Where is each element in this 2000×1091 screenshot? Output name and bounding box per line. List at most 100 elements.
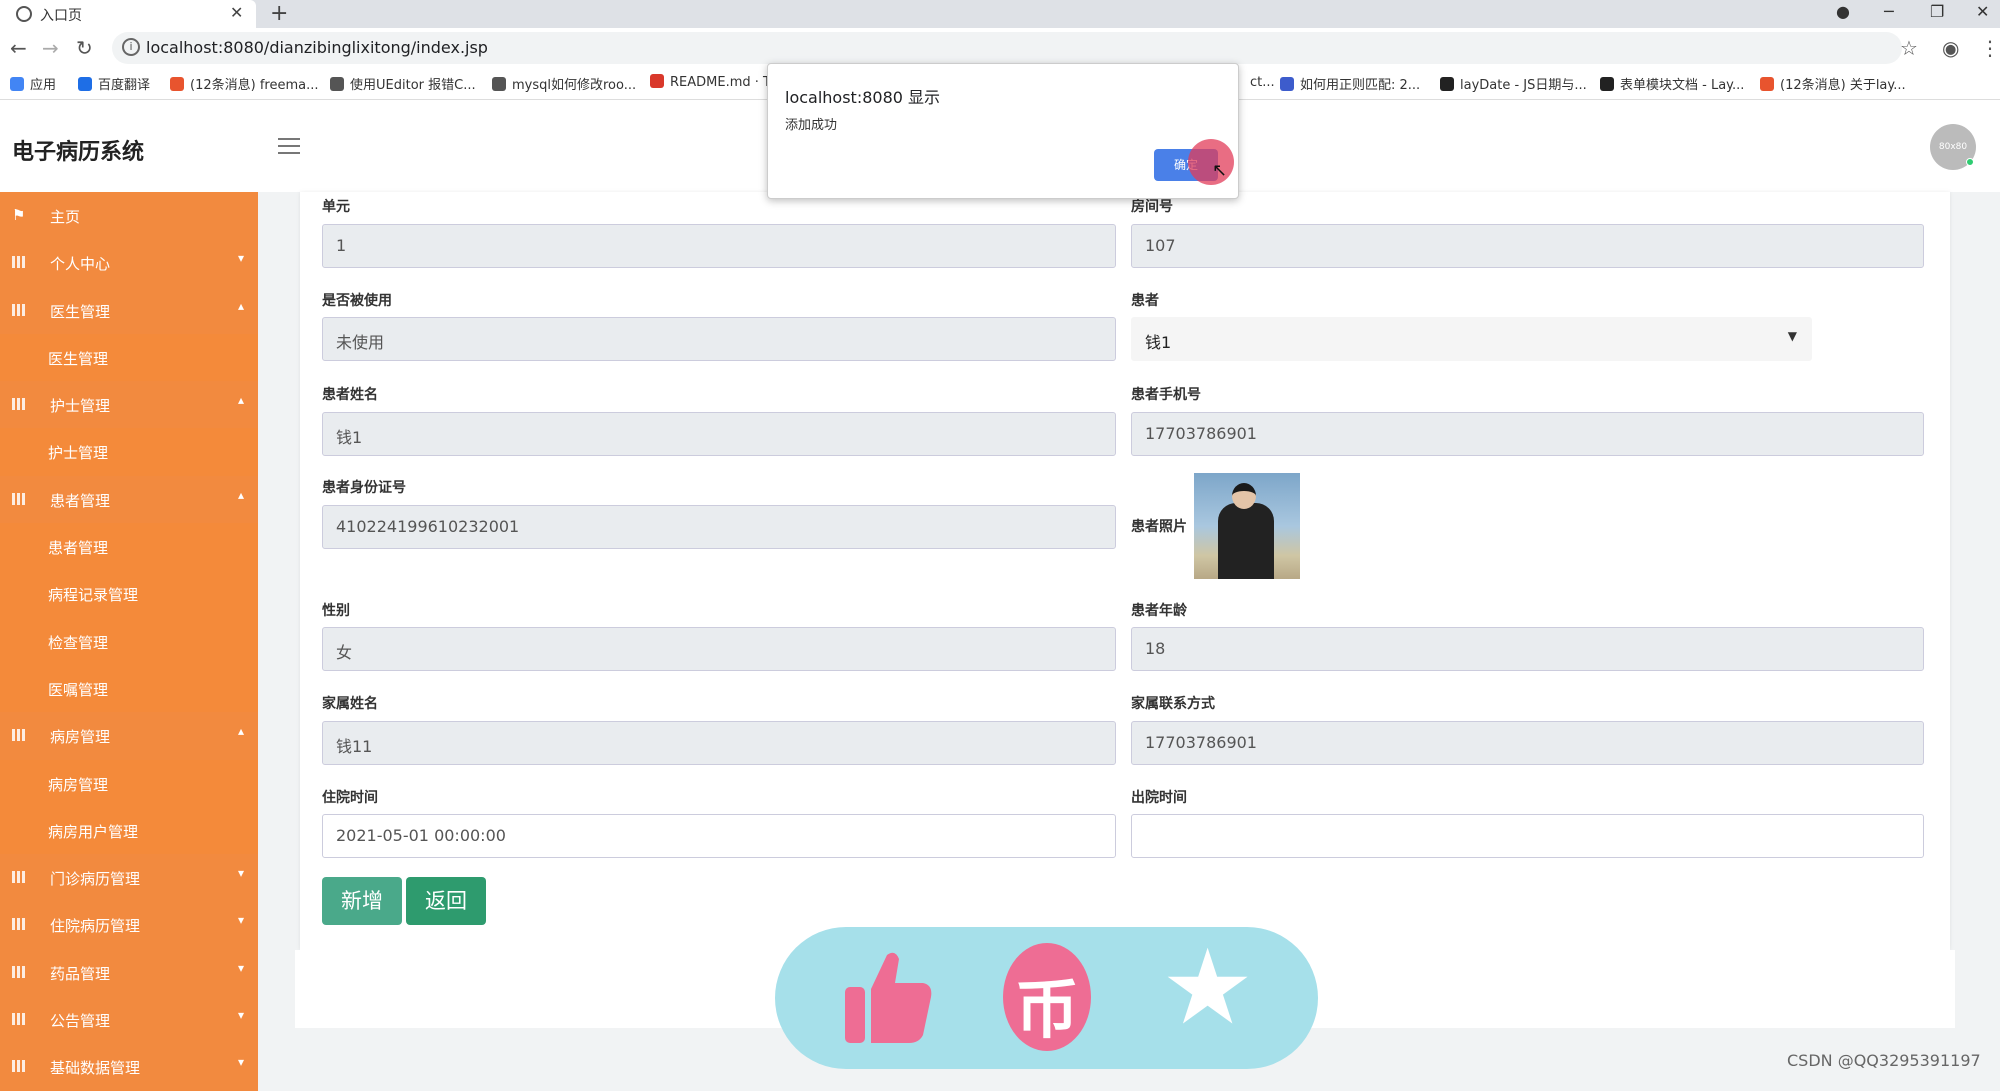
url-field[interactable]: i localhost:8080/dianzibinglixitong/inde… <box>112 32 1902 64</box>
profile-menu-icon[interactable]: ● <box>1836 2 1850 21</box>
family-phone-label: 家属联系方式 <box>1131 696 1215 712</box>
sidebar-item-label: 病房管理 <box>50 728 111 747</box>
new-tab-plus-icon[interactable]: + <box>270 1 288 26</box>
sidebar-menu-item[interactable]: 门诊病历管理 ▾ <box>0 854 258 902</box>
photo-figure-body <box>1218 503 1274 579</box>
chevron-down-icon: ▼ <box>1787 329 1797 343</box>
coin-icon[interactable]: 币 <box>1003 943 1091 1051</box>
bookmark-item[interactable]: (12条消息) freema... <box>170 74 318 93</box>
bookmark-item[interactable]: 百度翻译 <box>78 74 150 93</box>
bookmark-item[interactable]: README.md · T <box>650 74 771 90</box>
sidebar-submenu-item[interactable]: 病房管理 <box>0 759 258 807</box>
star-icon[interactable]: ★ <box>1161 935 1254 1039</box>
discharge-time-input[interactable] <box>1131 814 1924 858</box>
patient-phone-label: 患者手机号 <box>1131 387 1201 403</box>
info-icon[interactable]: i <box>122 38 140 56</box>
bookmark-favicon-icon <box>1280 77 1294 91</box>
flag-icon: ⚑ <box>12 206 26 224</box>
family-phone-input[interactable]: 17703786901 <box>1131 721 1924 765</box>
patient-name-input[interactable]: 钱1 <box>322 412 1116 456</box>
sidebar-submenu-item[interactable]: 患者管理 <box>0 523 258 571</box>
chevron-up-icon: ▴ <box>237 487 244 502</box>
discharge-time-label: 出院时间 <box>1131 790 1187 806</box>
gender-input[interactable]: 女 <box>322 627 1116 671</box>
sidebar-item-label: 患者管理 <box>48 539 109 558</box>
back-button[interactable]: 返回 <box>406 877 486 925</box>
minimize-icon[interactable]: ─ <box>1884 2 1894 21</box>
admit-time-input[interactable]: 2021-05-01 00:00:00 <box>322 814 1116 858</box>
used-input[interactable]: 未使用 <box>322 317 1116 361</box>
bookmark-item[interactable]: 表单模块文档 - Lay... <box>1600 74 1744 93</box>
grid-icon <box>12 492 26 505</box>
bookmark-item[interactable]: 如何用正则匹配: 2... <box>1280 74 1420 93</box>
chevron-down-icon: ▾ <box>237 960 244 975</box>
sidebar-submenu-item[interactable]: 检查管理 <box>0 617 258 665</box>
age-input[interactable]: 18 <box>1131 627 1924 671</box>
sidebar-item-label: 主页 <box>50 208 81 226</box>
patient-select[interactable]: 钱1 ▼ <box>1131 317 1812 361</box>
browser-tab[interactable]: 入口页 ✕ <box>0 0 256 28</box>
patient-label: 患者 <box>1131 293 1159 309</box>
back-arrow-icon[interactable]: ← <box>10 36 27 60</box>
sidebar-menu-item[interactable]: 基础数据管理 ▾ <box>0 1043 258 1091</box>
account-icon[interactable]: ◉ <box>1942 36 1959 60</box>
sidebar-menu-item[interactable]: 住院病历管理 ▾ <box>0 901 258 949</box>
tab-title: 入口页 <box>40 8 82 24</box>
unit-input[interactable]: 1 <box>322 224 1116 268</box>
bookmark-item[interactable]: (12条消息) 关于lay... <box>1760 74 1906 93</box>
sidebar-submenu-item[interactable]: 病房用户管理 <box>0 806 258 855</box>
patient-photo[interactable] <box>1194 473 1300 579</box>
sidebar-item-label: 门诊病历管理 <box>50 870 141 889</box>
room-input[interactable]: 107 <box>1131 224 1924 268</box>
sidebar-submenu-item[interactable]: 病程记录管理 <box>0 570 258 618</box>
sidebar-menu-item[interactable]: 病房管理 ▴ <box>0 712 258 760</box>
sidebar-item-label: 病房用户管理 <box>48 822 139 841</box>
reload-icon[interactable]: ↻ <box>76 36 93 60</box>
patient-id-input[interactable]: 410224199610232001 <box>322 505 1116 549</box>
sidebar-menu-item[interactable]: 护士管理 ▴ <box>0 381 258 429</box>
forward-arrow-icon[interactable]: → <box>42 36 59 60</box>
grid-icon <box>12 398 26 411</box>
floating-action-bar: 币 ★ <box>775 927 1318 1069</box>
sidebar-submenu-item[interactable]: 医生管理 <box>0 333 258 382</box>
alert-dialog: localhost:8080 显示 添加成功 确定 <box>767 63 1239 199</box>
bookmark-item[interactable]: layDate - JS日期与... <box>1440 74 1587 93</box>
more-vert-icon[interactable]: ⋮ <box>1980 36 2000 60</box>
bookmark-star-icon[interactable]: ☆ <box>1900 36 1918 60</box>
browser-tab-bar: 入口页 ✕ + ● ─ ❐ ✕ <box>0 0 2000 28</box>
close-icon[interactable]: ✕ <box>230 3 243 22</box>
sidebar-menu-item[interactable]: 患者管理 ▴ <box>0 475 258 524</box>
bookmark-favicon-icon <box>1440 77 1454 91</box>
patient-photo-label: 患者照片 <box>1131 519 1187 535</box>
sidebar-menu-item[interactable]: 药品管理 ▾ <box>0 948 258 997</box>
patient-name-label: 患者姓名 <box>322 387 378 403</box>
thumbs-up-icon[interactable] <box>843 949 933 1045</box>
bookmark-item[interactable]: 使用UEditor 报错C... <box>330 74 476 93</box>
sidebar-menu-item[interactable]: 医生管理 ▴ <box>0 286 258 334</box>
sidebar-menu-item[interactable]: ⚑ 主页 <box>0 192 258 240</box>
bookmark-label: 使用UEditor 报错C... <box>350 78 476 93</box>
sidebar-menu-item[interactable]: 公告管理 ▾ <box>0 996 258 1044</box>
restore-icon[interactable]: ❐ <box>1930 2 1944 21</box>
menu-toggle-icon[interactable] <box>278 138 300 154</box>
sidebar-item-label: 住院病历管理 <box>50 917 141 936</box>
window-close-icon[interactable]: ✕ <box>1976 2 1989 21</box>
sidebar-item-label: 病程记录管理 <box>48 586 139 605</box>
sidebar-menu-item[interactable]: 个人中心 ▾ <box>0 239 258 287</box>
bookmark-favicon-icon <box>650 74 664 88</box>
avatar[interactable]: 80x80 <box>1930 124 1976 170</box>
patient-phone-input[interactable]: 17703786901 <box>1131 412 1924 456</box>
family-name-input[interactable]: 钱11 <box>322 721 1116 765</box>
sidebar-item-label: 基础数据管理 <box>50 1059 141 1078</box>
sidebar-submenu-item[interactable]: 护士管理 <box>0 428 258 476</box>
unit-label: 单元 <box>322 199 350 215</box>
dialog-title: localhost:8080 显示 <box>785 88 941 107</box>
bookmark-favicon-icon <box>78 77 92 91</box>
bookmark-item[interactable]: 应用 <box>10 74 56 93</box>
sidebar-item-label: 药品管理 <box>50 964 111 983</box>
family-name-label: 家属姓名 <box>322 696 378 712</box>
bookmark-item[interactable]: mysql如何修改roo... <box>492 74 636 93</box>
sidebar-item-label: 检查管理 <box>48 633 109 652</box>
add-button[interactable]: 新增 <box>322 877 402 925</box>
sidebar-submenu-item[interactable]: 医嘱管理 <box>0 664 258 713</box>
